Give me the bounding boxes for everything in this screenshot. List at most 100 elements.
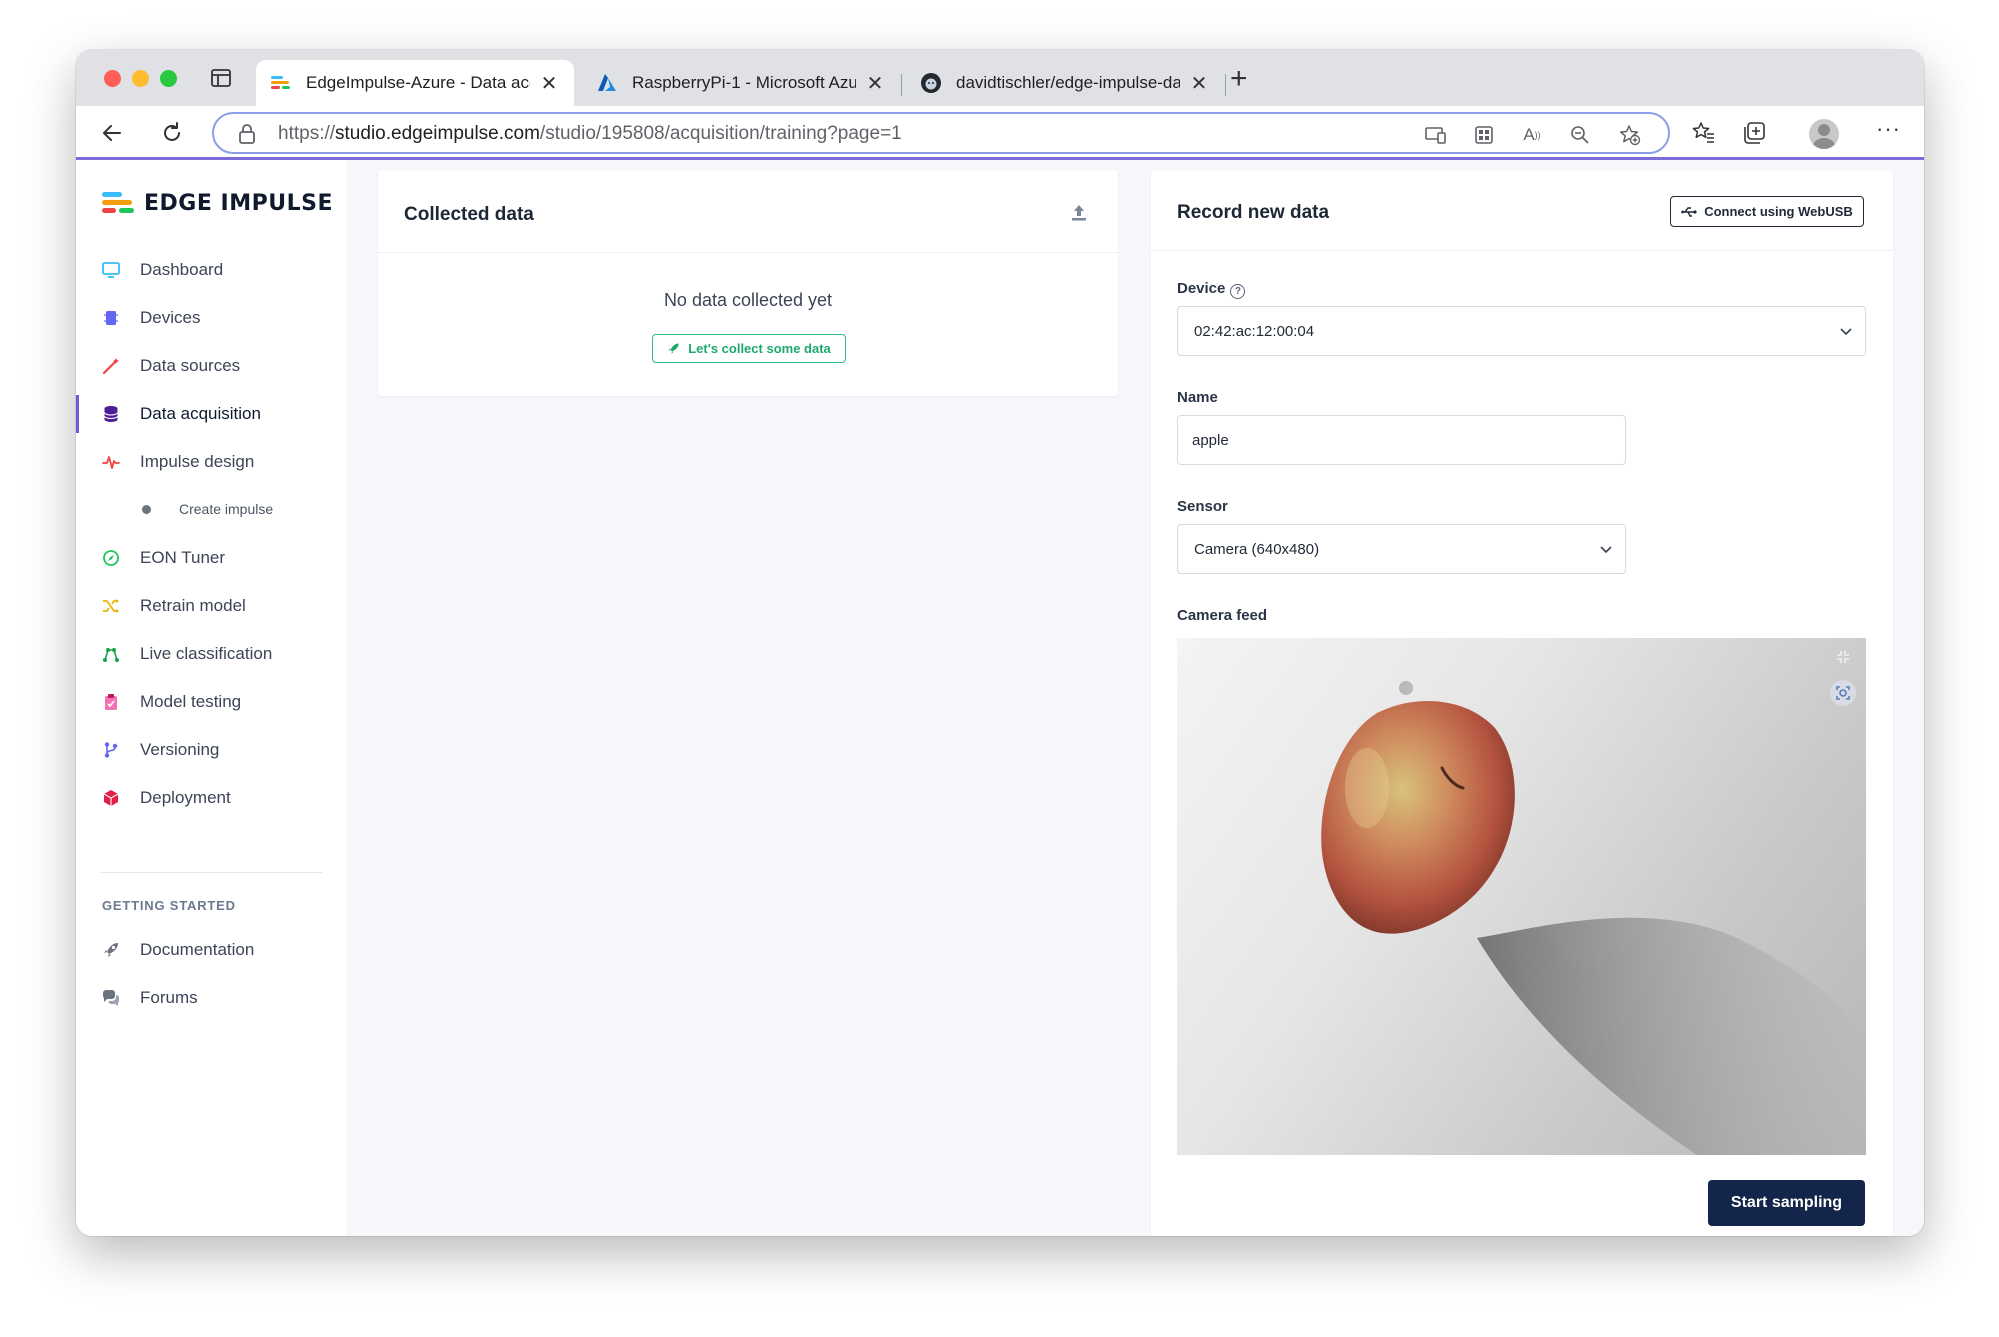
divider (1151, 250, 1893, 251)
connect-webusb-button[interactable]: Connect using WebUSB (1670, 196, 1864, 227)
profile-avatar[interactable] (1809, 119, 1839, 149)
close-tab-icon[interactable]: ✕ (864, 71, 886, 96)
camera-feed-label: Camera feed (1177, 607, 1268, 624)
name-value: apple (1192, 431, 1229, 449)
monitor-icon (102, 261, 120, 279)
sidebar-item-forums[interactable]: Forums (76, 979, 346, 1017)
camera-feed (1177, 638, 1866, 1155)
sensor-select[interactable]: Camera (640x480) (1177, 524, 1626, 574)
sidebar-item-label: EON Tuner (140, 548, 226, 567)
tab-separator (901, 74, 902, 96)
tab-edge-impulse[interactable]: EdgeImpulse-Azure - Data acq ✕ (256, 60, 574, 106)
zoom-out-icon[interactable] (1568, 123, 1592, 147)
sidebar-item-documentation[interactable]: Documentation (76, 931, 346, 969)
upload-icon[interactable] (1070, 202, 1088, 222)
start-sampling-button[interactable]: Start sampling (1708, 1180, 1865, 1226)
maximize-window-button[interactable] (160, 70, 177, 87)
more-options-icon[interactable]: ··· (1876, 116, 1901, 142)
sensor-label: Sensor (1177, 498, 1228, 515)
sidebar-item-label: Live classification (140, 644, 273, 663)
tab-title: davidtischler/edge-impulse-da (956, 73, 1180, 92)
panel-title: Collected data (404, 204, 534, 225)
sensor-value: Camera (640x480) (1194, 540, 1320, 558)
chevron-down-icon (1599, 542, 1613, 560)
extensions-grid-icon[interactable] (1472, 123, 1496, 147)
capture-focus-icon[interactable] (1828, 678, 1858, 708)
sidebar-item-create-impulse[interactable]: Create impulse (76, 490, 346, 528)
favorites-icon[interactable] (1690, 119, 1718, 147)
close-tab-icon[interactable]: ✕ (1188, 71, 1210, 96)
cube-icon (102, 789, 120, 807)
new-tab-icon[interactable]: + (1230, 62, 1248, 96)
sidebar-item-live-classification[interactable]: Live classification (76, 635, 346, 673)
logo[interactable]: EDGE IMPULSE (102, 190, 333, 216)
close-tab-icon[interactable]: ✕ (538, 71, 560, 96)
azure-favicon-icon (596, 72, 618, 94)
collections-icon[interactable] (1740, 119, 1768, 147)
section-heading: GETTING STARTED (102, 898, 236, 913)
read-aloud-icon[interactable]: A)) (1520, 123, 1544, 147)
sidebar-item-devices[interactable]: Devices (76, 299, 346, 337)
sidebar-item-dashboard[interactable]: Dashboard (76, 251, 346, 289)
minimize-window-button[interactable] (132, 70, 149, 87)
graph-icon (102, 645, 120, 663)
device-value: 02:42:ac:12:00:04 (1194, 322, 1315, 340)
sidebar-item-label: Impulse design (140, 452, 255, 471)
divider (378, 252, 1118, 253)
tab-title: RaspberryPi-1 - Microsoft Azur (632, 73, 856, 92)
tab-github[interactable]: davidtischler/edge-impulse-da ✕ (906, 60, 1224, 106)
database-icon (102, 405, 120, 423)
sidebar-item-deployment[interactable]: Deployment (76, 779, 346, 817)
reload-icon[interactable] (158, 119, 186, 147)
sidebar-item-versioning[interactable]: Versioning (76, 731, 346, 769)
tab-separator (1225, 74, 1226, 96)
branch-icon (102, 741, 120, 759)
sidebar-item-label: Documentation (140, 940, 255, 959)
tab-azure[interactable]: RaspberryPi-1 - Microsoft Azur ✕ (582, 60, 900, 106)
sidebar-item-model-testing[interactable]: Model testing (76, 683, 346, 721)
chip-icon (102, 309, 120, 327)
browser-toolbar: https://studio.edgeimpulse.com/studio/19… (76, 106, 1924, 160)
panel-title: Record new data (1177, 202, 1330, 223)
dot-icon (142, 505, 151, 514)
empty-state-text: No data collected yet (663, 290, 833, 310)
rocket-icon (102, 941, 120, 959)
device-select[interactable]: 02:42:ac:12:00:04 (1177, 306, 1866, 356)
url-text[interactable]: https://studio.edgeimpulse.com/studio/19… (278, 123, 902, 145)
tab-actions-icon[interactable] (210, 67, 232, 89)
help-icon[interactable]: ? (1230, 284, 1246, 299)
window-controls (104, 70, 177, 87)
sidebar-item-label: Versioning (140, 740, 220, 759)
close-window-button[interactable] (104, 70, 121, 87)
name-input[interactable]: apple (1177, 415, 1626, 465)
browser-window: EdgeImpulse-Azure - Data acq ✕ Raspberry… (76, 50, 1924, 1236)
add-favorite-icon[interactable] (1618, 123, 1642, 147)
fullscreen-icon[interactable] (1828, 642, 1858, 672)
app-available-icon[interactable] (1424, 123, 1448, 147)
sidebar-item-label: Forums (140, 988, 198, 1007)
edge-impulse-studio: EDGE IMPULSE Dashboard Devices Data sour… (76, 160, 1924, 1236)
back-icon[interactable] (98, 119, 126, 147)
rocket-icon (668, 343, 679, 354)
lock-icon[interactable] (238, 123, 256, 150)
collect-data-button[interactable]: Let's collect some data (652, 334, 846, 363)
edge-impulse-logo-icon (102, 192, 134, 213)
shuffle-icon (102, 597, 120, 615)
sidebar-item-label: Model testing (140, 692, 242, 711)
sidebar-item-data-sources[interactable]: Data sources (76, 347, 346, 385)
sidebar-item-impulse-design[interactable]: Impulse design (76, 443, 346, 481)
address-bar[interactable]: https://studio.edgeimpulse.com/studio/19… (212, 112, 1670, 154)
edge-impulse-favicon-icon (270, 72, 292, 94)
sidebar: EDGE IMPULSE Dashboard Devices Data sour… (76, 160, 346, 1236)
webusb-label: Connect using WebUSB (1704, 204, 1853, 219)
sidebar-item-eon-tuner[interactable]: EON Tuner (76, 539, 346, 577)
chevron-down-icon (1839, 324, 1853, 342)
sidebar-item-label: Retrain model (140, 596, 246, 615)
record-data-panel: Record new data Connect using WebUSB Dev… (1151, 170, 1893, 1236)
github-favicon-icon (920, 72, 942, 94)
sidebar-item-data-acquisition[interactable]: Data acquisition (76, 395, 346, 433)
sidebar-item-retrain-model[interactable]: Retrain model (76, 587, 346, 625)
sidebar-item-label: Data sources (140, 356, 241, 375)
name-label: Name (1177, 389, 1218, 406)
wand-icon (102, 357, 120, 375)
